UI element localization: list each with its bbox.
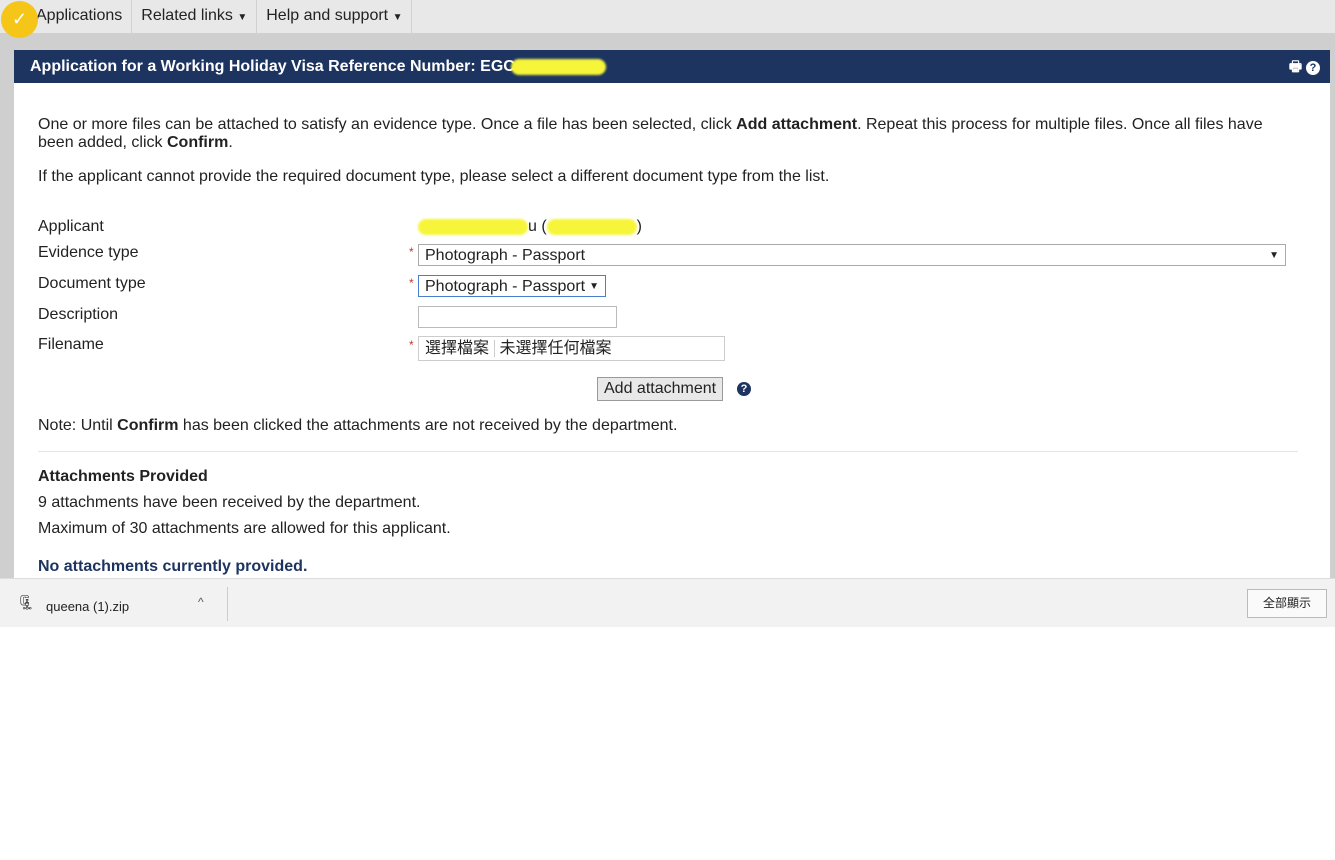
file-input[interactable]: * 選擇檔案 未選擇任何檔案 <box>409 336 725 361</box>
no-file-text: 未選擇任何檔案 <box>499 340 612 357</box>
description-input[interactable] <box>418 306 617 328</box>
print-icon[interactable]: 🖶 <box>1289 58 1302 74</box>
document-type-label: Document type <box>38 275 146 292</box>
application-panel: Application for a Working Holiday Visa R… <box>14 50 1330 578</box>
show-all-button[interactable]: 全部顯示 <box>1247 589 1327 618</box>
redacted-reference <box>510 58 606 75</box>
page-title: Application for a Working Holiday Visa R… <box>30 58 515 75</box>
top-nav: Applications Related links ▼ Help and su… <box>0 0 1335 33</box>
nav-label: Help and support <box>266 7 389 24</box>
help-icon[interactable]: ? <box>1306 61 1320 75</box>
caret-down-icon: ▼ <box>237 12 248 23</box>
panel-header: Application for a Working Holiday Visa R… <box>14 50 1330 83</box>
filename-label: Filename <box>38 336 104 353</box>
attachments-title: Attachments Provided <box>38 468 208 485</box>
caret-down-icon: ▼ <box>1269 250 1279 261</box>
description-label: Description <box>38 306 119 323</box>
zip-file-icon: 🗜 <box>17 594 35 610</box>
attachments-received: 9 attachments have been received by the … <box>38 494 421 511</box>
attachments-maximum: Maximum of 30 attachments are allowed fo… <box>38 520 451 537</box>
help-icon[interactable]: ? <box>737 382 751 396</box>
nav-related-links[interactable]: Related links ▼ <box>132 0 258 33</box>
nav-help-support[interactable]: Help and support ▼ <box>257 0 413 33</box>
add-attachment-button[interactable]: Add attachment <box>597 377 724 401</box>
no-attachments-text: No attachments currently provided. <box>38 558 308 575</box>
caret-down-icon: ▼ <box>392 12 403 23</box>
intro-text: One or more files can be attached to sat… <box>38 116 1263 151</box>
evidence-type-label: Evidence type <box>38 244 139 261</box>
evidence-type-select[interactable]: * Photograph - Passport ▼ <box>409 244 1286 266</box>
divider <box>38 451 1298 452</box>
applicant-label: Applicant <box>38 218 104 235</box>
chevron-up-icon[interactable]: ^ <box>198 595 204 609</box>
applicant-value: u () <box>418 218 642 236</box>
nav-label: Related links <box>141 7 233 24</box>
caret-down-icon: ▼ <box>589 281 599 292</box>
download-bar: 🗜 queena (1).zip ^ 全部顯示 <box>0 578 1335 627</box>
document-type-select[interactable]: * Photograph - Passport ▼ <box>409 275 606 297</box>
download-filename[interactable]: queena (1).zip <box>46 599 129 614</box>
note-text: Note: Until Confirm has been clicked the… <box>38 417 678 434</box>
choose-file-button[interactable]: 選擇檔案 <box>425 340 496 357</box>
intro-text-2: If the applicant cannot provide the requ… <box>38 168 830 185</box>
divider <box>227 587 228 621</box>
extension-logo-icon[interactable]: ✓ <box>1 1 38 38</box>
